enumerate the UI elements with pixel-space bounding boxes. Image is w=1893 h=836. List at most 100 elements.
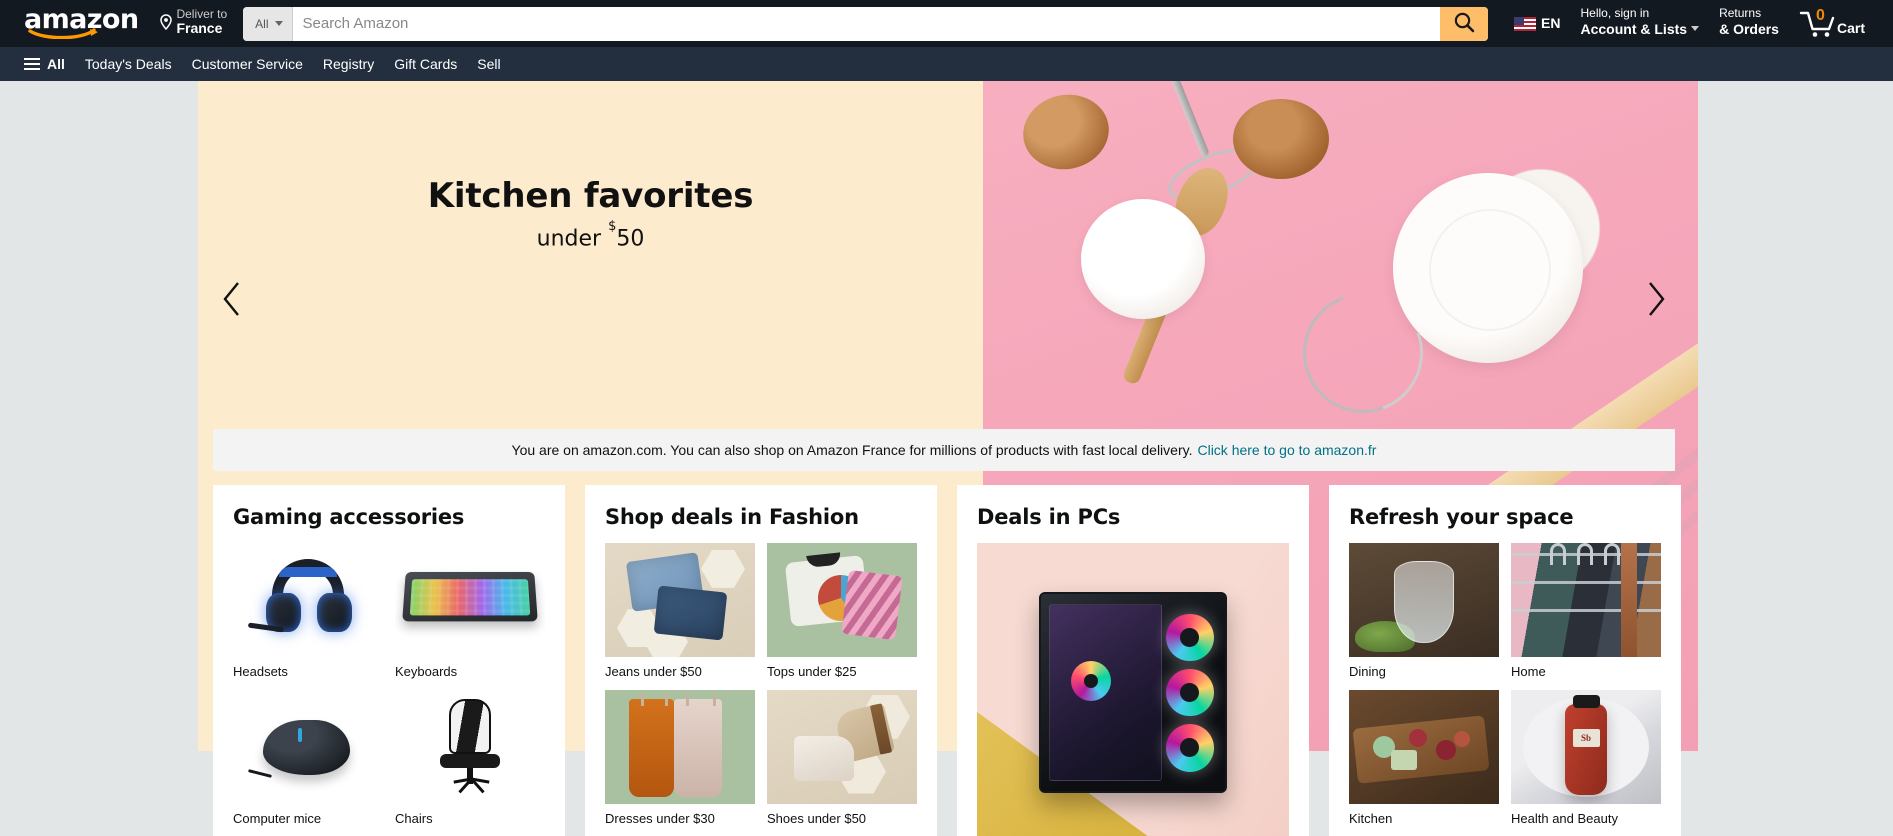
tile-caption: Dresses under $30 (605, 811, 715, 827)
carousel-next-button[interactable] (1634, 271, 1678, 331)
tile-jeans[interactable]: Jeans under $50 (605, 543, 755, 680)
deliver-to-button[interactable]: Deliver to France (152, 1, 237, 45)
white-plate-object (1393, 173, 1583, 363)
language-selector[interactable]: EN (1504, 2, 1570, 44)
search-icon (1453, 11, 1475, 36)
tile-dresses[interactable]: Dresses under $30 (605, 690, 755, 827)
category-card-row: Gaming accessories Headsets Keyboards Co… (213, 485, 1681, 836)
tile-chairs[interactable]: Chairs (395, 690, 545, 827)
tile-caption: Shoes under $50 (767, 811, 867, 827)
tile-caption: Jeans under $50 (605, 664, 702, 679)
wooden-bowl-object (1233, 99, 1329, 179)
amazon-smile-icon (28, 27, 102, 39)
tile-health-and-beauty[interactable]: Sb Health and Beauty (1511, 690, 1661, 827)
card-title: Deals in PCs (977, 505, 1121, 529)
amazon-logo[interactable]: amazon (14, 2, 148, 46)
subnav-label: Customer Service (191, 56, 303, 72)
folded-jeans-image (605, 543, 755, 657)
notice-text: You are on amazon.com. You can also shop… (511, 442, 1193, 458)
hamburger-menu-icon (24, 58, 40, 70)
tile-caption: Computer mice (233, 811, 322, 827)
tile-keyboards[interactable]: Keyboards (395, 543, 545, 680)
tile-caption: Headsets (233, 664, 288, 679)
tile-headsets[interactable]: Headsets (233, 543, 383, 680)
charcuterie-board-image (1349, 690, 1499, 805)
white-bowl-object (1081, 199, 1205, 319)
search-bar: All (243, 6, 1489, 41)
card-title: Gaming accessories (233, 505, 465, 529)
card-shop-deals-in-fashion: Shop deals in Fashion Jeans under $50 To… (585, 485, 937, 836)
tile-caption: Kitchen (1349, 811, 1393, 827)
tile-caption: Health and Beauty (1511, 811, 1618, 827)
computer-mouse-image (233, 690, 383, 805)
gaming-headset-image (233, 543, 383, 657)
top-navigation-bar: amazon Deliver to France All Search Amaz… (0, 0, 1893, 47)
subnav-item-todays-deals[interactable]: Today's Deals (75, 48, 182, 80)
subnav-label: Registry (322, 56, 375, 72)
subnav-item-sell[interactable]: Sell (467, 48, 510, 80)
location-pin-icon (159, 13, 173, 35)
tile-caption: Chairs (395, 811, 433, 827)
gaming-keyboard-image (395, 543, 545, 657)
card-tile-grid: Headsets Keyboards Computer mice Chairs (233, 543, 545, 828)
returns-label: Returns (1719, 6, 1762, 21)
ankle-boots-image (767, 690, 917, 805)
account-and-lists-label: Account & Lists (1580, 20, 1688, 37)
card-title: Shop deals in Fashion (605, 505, 859, 529)
tile-caption: Keyboards (395, 664, 458, 679)
language-label: EN (1541, 15, 1561, 32)
tops-image (767, 543, 917, 657)
carousel-previous-button[interactable] (210, 271, 254, 331)
subnav-item-gift-cards[interactable]: Gift Cards (384, 48, 467, 80)
tile-caption: Home (1511, 664, 1546, 679)
card-title: Refresh your space (1349, 505, 1574, 529)
tile-caption: Dining (1349, 664, 1386, 679)
card-tile-grid: Dining Home Kitchen Sb Health and Beauty (1349, 543, 1661, 828)
go-to-amazon-fr-link[interactable]: Click here to go to amazon.fr (1197, 442, 1376, 458)
account-and-lists-button[interactable]: Hello, sign in Account & Lists (1570, 1, 1709, 46)
deliver-to-country: France (176, 19, 223, 36)
gaming-chair-image (395, 690, 545, 805)
card-tile-grid: Jeans under $50 Tops under $25 Dresses u… (605, 543, 917, 828)
home-textiles-image (1511, 543, 1661, 657)
tile-tops[interactable]: Tops under $25 (767, 543, 917, 680)
all-menu-label: All (47, 56, 65, 72)
wooden-bowl-object (1016, 86, 1116, 178)
header-right-group: EN Hello, sign in Account & Lists Return… (1504, 0, 1875, 48)
subnav-label: Gift Cards (394, 56, 458, 72)
tile-computer-mice[interactable]: Computer mice (233, 690, 383, 827)
tile-caption: Tops under $25 (767, 664, 857, 679)
subnav-label: Sell (477, 56, 501, 72)
subnav-item-registry[interactable]: Registry (313, 48, 384, 80)
tile-kitchen[interactable]: Kitchen (1349, 690, 1499, 827)
returns-and-orders-button[interactable]: Returns & Orders (1709, 1, 1789, 46)
rgb-gaming-pc-tower-image[interactable] (977, 543, 1289, 836)
search-input[interactable] (292, 6, 1441, 41)
shopping-cart-icon: 0 (1799, 6, 1835, 39)
tile-shoes[interactable]: Shoes under $50 (767, 690, 917, 827)
search-category-label: All (255, 16, 269, 31)
cart-item-count: 0 (1815, 6, 1825, 24)
subnav-label: Today's Deals (84, 56, 172, 72)
tile-home[interactable]: Home (1511, 543, 1661, 680)
cart-button[interactable]: 0 Cart (1789, 0, 1875, 48)
card-gaming-accessories: Gaming accessories Headsets Keyboards Co… (213, 485, 565, 836)
secondary-navigation-bar: All Today's Deals Customer Service Regis… (0, 47, 1893, 81)
account-greeting: Hello, sign in (1580, 6, 1650, 21)
page-body: Kitchen favorites under $50 You are on a… (0, 81, 1893, 836)
body-wash-bottle-image: Sb (1511, 690, 1661, 805)
locale-redirect-notice: You are on amazon.com. You can also shop… (213, 429, 1675, 471)
cart-label: Cart (1836, 20, 1865, 37)
search-submit-button[interactable] (1440, 6, 1489, 41)
us-flag-icon (1514, 16, 1537, 31)
subnav-item-customer-service[interactable]: Customer Service (182, 48, 313, 80)
sidebar-menu-all-button[interactable]: All (14, 48, 75, 80)
chevron-left-icon (221, 280, 243, 323)
chevron-down-icon (274, 21, 283, 26)
search-category-dropdown[interactable]: All (243, 6, 293, 41)
card-deals-in-pcs: Deals in PCs Shop now (957, 485, 1309, 836)
chevron-right-icon (1645, 280, 1667, 323)
tile-dining[interactable]: Dining (1349, 543, 1499, 680)
dresses-image (605, 690, 755, 805)
dining-carafe-image (1349, 543, 1499, 657)
